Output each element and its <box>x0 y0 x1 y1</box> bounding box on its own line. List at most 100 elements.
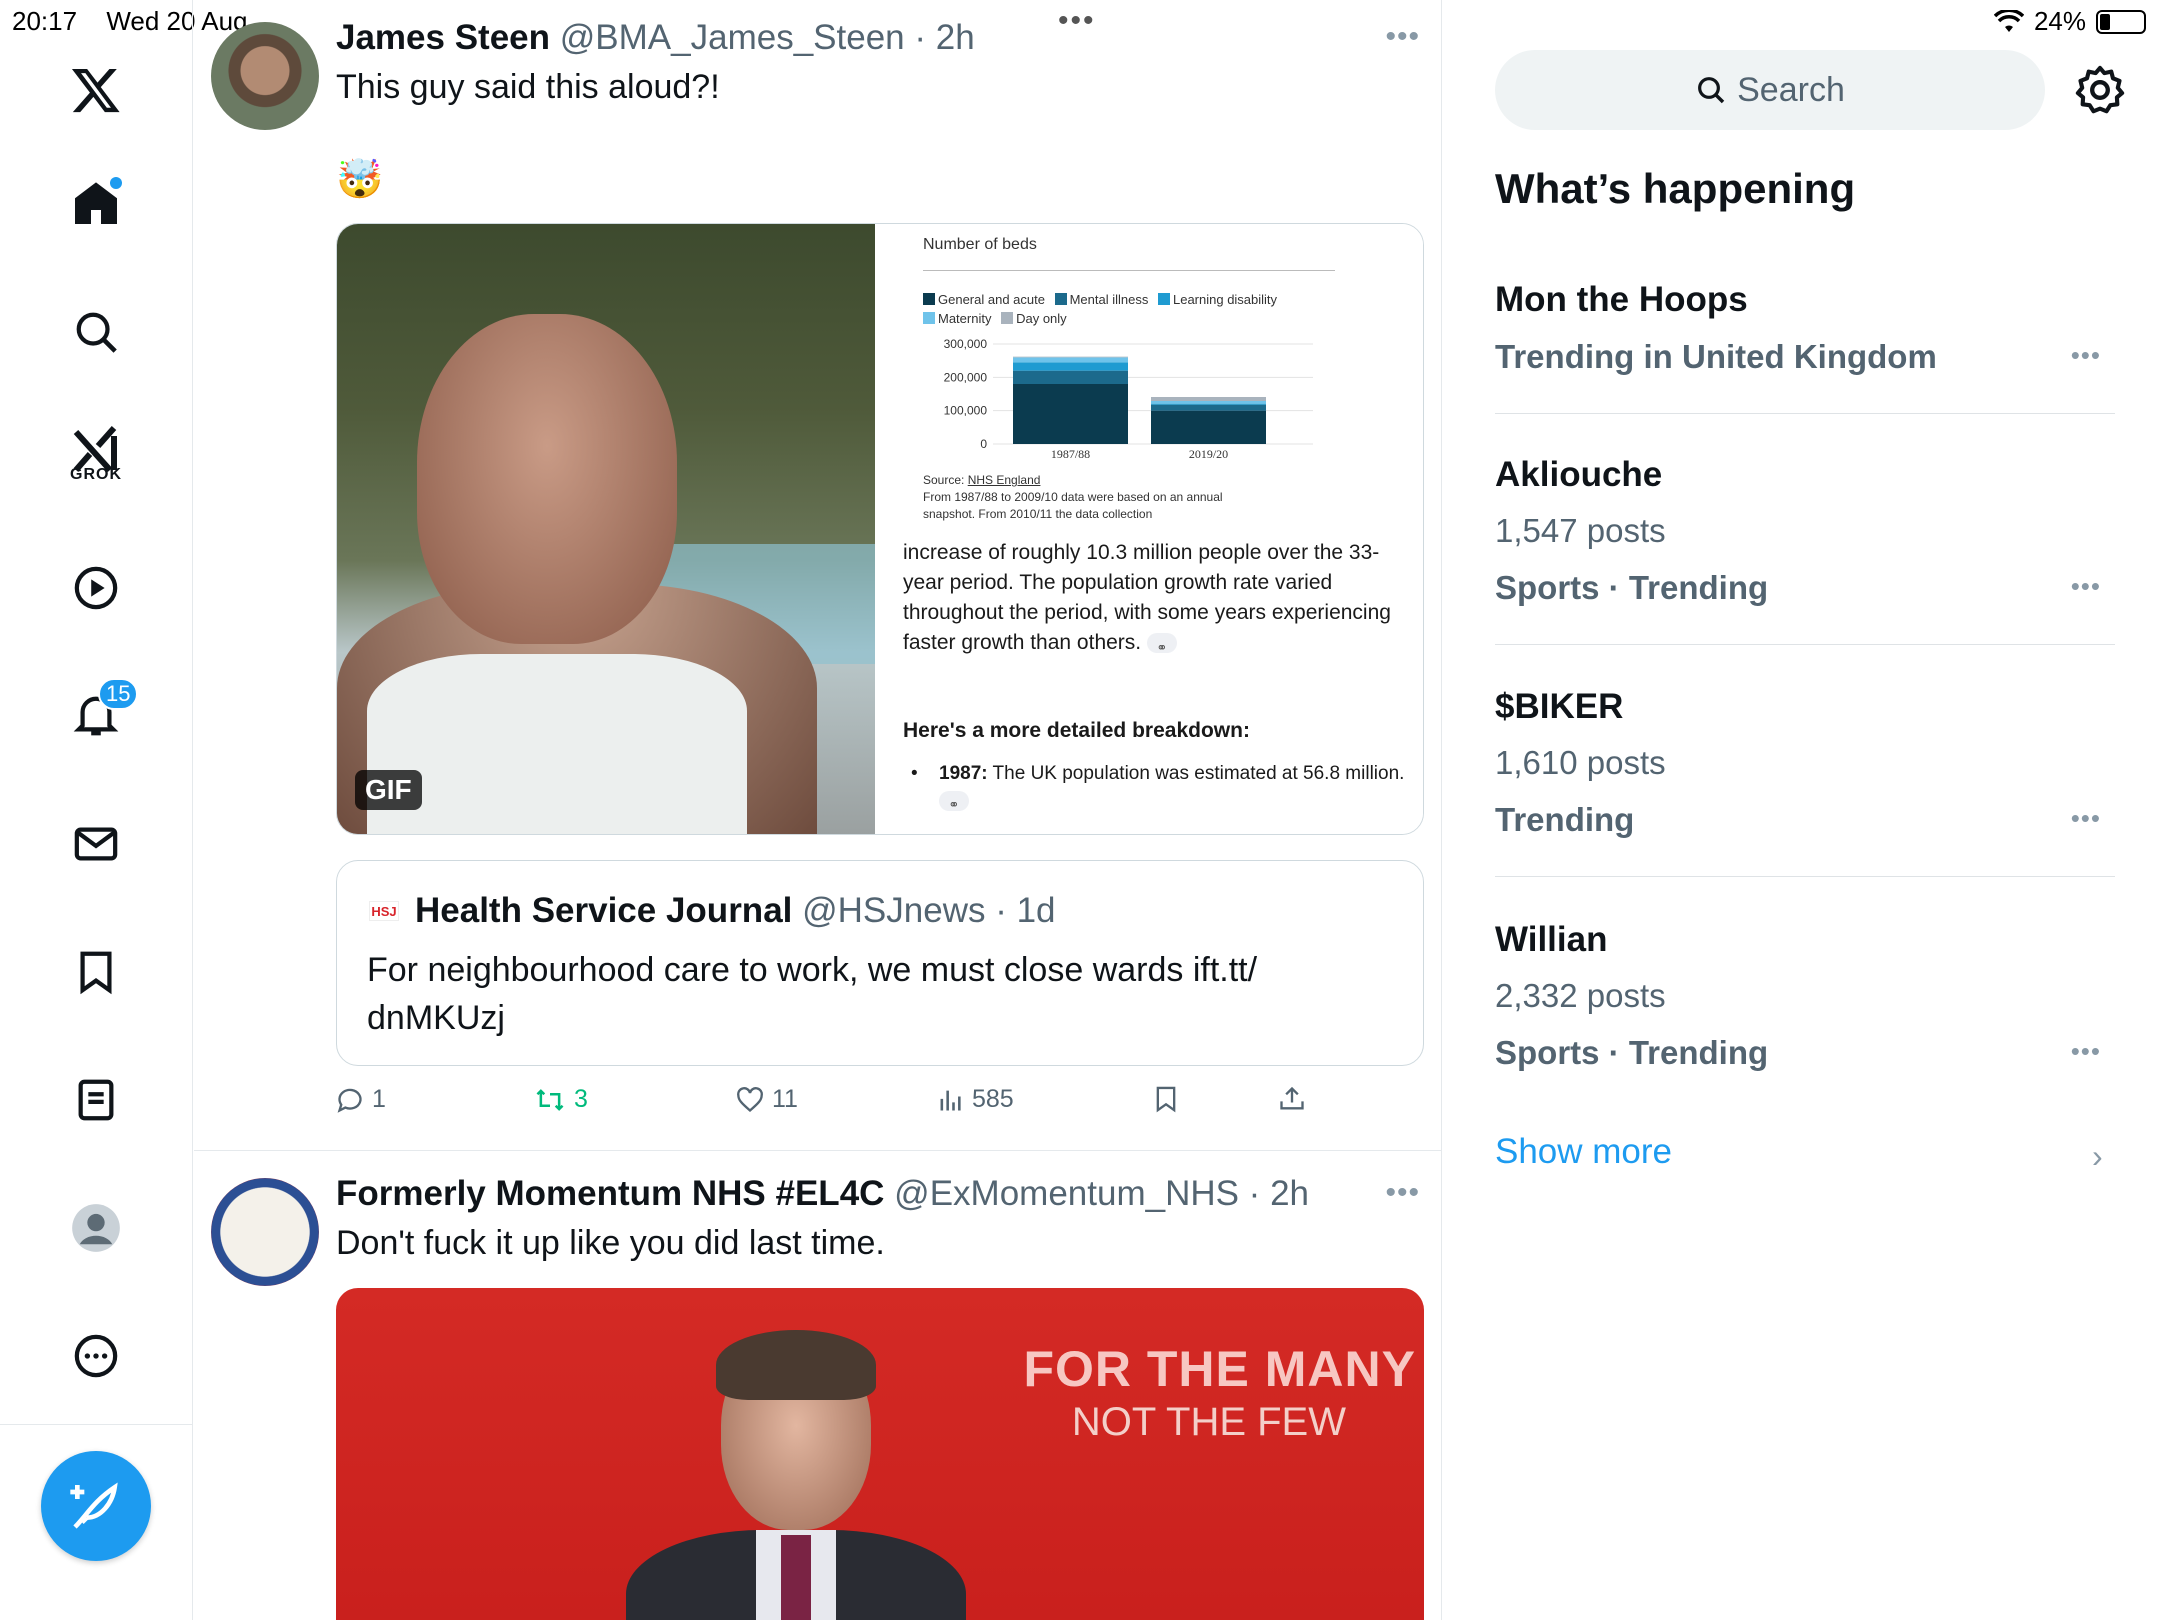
trend-more-icon[interactable]: ••• <box>2071 340 2101 371</box>
trend-more-icon[interactable]: ••• <box>2071 803 2101 834</box>
like-count: 11 <box>772 1085 798 1113</box>
profile-avatar-icon[interactable] <box>66 1198 126 1258</box>
bar-segment <box>1013 384 1128 444</box>
legend-item: Maternity <box>938 311 992 326</box>
tweet-divider <box>194 1150 1441 1151</box>
trend-context: Sports · Trending <box>1495 569 1769 606</box>
grok-icon[interactable]: GROK <box>66 420 126 483</box>
trend-item[interactable]: $BIKER 1,610 posts Trending ••• <box>1495 687 2115 877</box>
author-name[interactable]: Formerly Momentum NHS #EL4C <box>336 1174 884 1213</box>
gif-image[interactable]: GIF <box>337 224 875 834</box>
repost-icon <box>536 1088 564 1111</box>
hsj-logo: HSJ <box>369 901 399 921</box>
bar-segment <box>1151 410 1266 444</box>
views-count: 585 <box>972 1085 1014 1113</box>
trend-item[interactable]: Mon the Hoops Trending in United Kingdom… <box>1495 280 2115 415</box>
search-nav-icon[interactable] <box>66 302 126 362</box>
trend-context: Sports · Trending <box>1495 1034 1769 1071</box>
legend-item: Learning disability <box>1172 292 1278 307</box>
trend-more-icon[interactable]: ••• <box>2071 1036 2101 1067</box>
trend-name: Mon the Hoops <box>1495 280 1748 319</box>
author-handle-time[interactable]: @BMA_James_Steen · 2h <box>560 18 975 57</box>
quoted-tweet[interactable]: HSJ Health Service Journal @HSJnews · 1d… <box>336 860 1424 1066</box>
link-icon: ⚭ <box>1146 633 1177 655</box>
source-link[interactable]: NHS England <box>968 473 1041 487</box>
tweet-actions: 1 3 11 585 <box>336 1085 1336 1125</box>
tweet-media[interactable]: FOR THE MANY NOT THE FEW <box>336 1288 1424 1620</box>
trend-more-icon[interactable]: ••• <box>2071 571 2101 602</box>
legend-item: Mental illness <box>1069 292 1149 307</box>
bar-segment <box>1151 404 1266 411</box>
x-tick-label: 2019/20 <box>1189 447 1228 461</box>
media-slogan-title: FOR THE MANY <box>1023 1341 1416 1397</box>
whats-happening-heading: What’s happening <box>1495 165 1856 212</box>
repost-count: 3 <box>574 1085 588 1113</box>
messages-icon[interactable] <box>66 814 126 874</box>
reply-icon <box>337 1088 362 1113</box>
beds-bar-chart: 300,000 200,000 100,000 0 1987/88 2019/20 <box>944 337 1313 461</box>
search-input[interactable]: Search <box>1495 50 2045 130</box>
tweet-header: Formerly Momentum NHS #EL4C @ExMomentum_… <box>336 1174 1309 1214</box>
chevron-right-icon[interactable]: › <box>2092 1138 2103 1175</box>
author-name[interactable]: James Steen <box>336 18 550 57</box>
author-avatar[interactable] <box>211 22 319 130</box>
bar-segment <box>1013 362 1128 371</box>
legend-item: Day only <box>1016 311 1067 326</box>
video-icon[interactable] <box>66 558 126 618</box>
quote-author-name: Health Service Journal <box>415 891 793 930</box>
author-handle-time[interactable]: @ExMomentum_NHS · 2h <box>894 1174 1309 1213</box>
quote-header: Health Service Journal @HSJnews · 1d <box>415 891 1056 931</box>
screenshot-image[interactable]: Number of beds General and acute Mental … <box>875 224 1423 834</box>
status-bar-right: 24% <box>1993 6 2146 37</box>
bookmarks-icon[interactable] <box>66 942 126 1002</box>
timeline-feed: James Steen @BMA_James_Steen · 2h ••• Th… <box>194 0 1442 1620</box>
repost-button[interactable]: 3 <box>534 1085 588 1114</box>
author-avatar[interactable] <box>211 1178 319 1286</box>
heart-icon <box>737 1086 763 1112</box>
source-note: From 1987/88 to 2009/10 data were based … <box>923 490 1223 521</box>
doc-bullet: 1987: The UK population was estimated at… <box>903 760 1413 814</box>
y-tick-label: 100,000 <box>944 404 988 418</box>
tweet-more-icon[interactable]: ••• <box>1385 1176 1420 1210</box>
reply-button[interactable]: 1 <box>336 1085 386 1114</box>
tweet-header: James Steen @BMA_James_Steen · 2h <box>336 18 975 58</box>
trend-item[interactable]: Willian 2,332 posts Sports · Trending ••… <box>1495 920 2115 1080</box>
bookmark-button[interactable] <box>1152 1085 1180 1113</box>
home-unread-dot <box>110 177 122 189</box>
bar-segment <box>1151 401 1266 404</box>
x-logo-icon[interactable] <box>66 60 126 120</box>
bookmark-icon <box>1156 1086 1176 1113</box>
legend-item: General and acute <box>938 292 1045 307</box>
chart-source: Source: NHS England From 1987/88 to 2009… <box>923 472 1223 523</box>
trend-name: $BIKER <box>1495 687 1624 726</box>
more-icon[interactable] <box>66 1326 126 1386</box>
trend-posts: 2,332 posts <box>1495 977 1666 1014</box>
sidebar-nav: GROK 15 <box>0 0 193 1620</box>
notifications-icon[interactable]: 15 <box>66 678 139 746</box>
trend-item[interactable]: Akliouche 1,547 posts Sports · Trending … <box>1495 455 2115 645</box>
doc-paragraph: increase of roughly 10.3 million people … <box>903 541 1391 655</box>
share-button[interactable] <box>1278 1085 1306 1113</box>
bar-segment <box>1151 403 1266 405</box>
lists-icon[interactable] <box>66 1070 126 1130</box>
quote-handle-time: @HSJnews · 1d <box>802 891 1056 930</box>
tweet-text: Don't fuck it up like you did last time. <box>336 1224 885 1262</box>
views-button[interactable]: 585 <box>936 1085 1014 1114</box>
home-icon[interactable] <box>66 173 126 233</box>
source-label: Source: <box>923 473 968 487</box>
settings-gear-icon[interactable] <box>2074 64 2126 116</box>
battery-icon <box>2096 9 2146 34</box>
tweet-media[interactable]: GIF Number of beds General and acute Men… <box>336 223 1424 835</box>
compose-post-button[interactable] <box>41 1451 151 1561</box>
like-button[interactable]: 11 <box>736 1085 798 1114</box>
tweet-more-icon[interactable]: ••• <box>1385 20 1420 54</box>
y-tick-label: 200,000 <box>944 370 988 384</box>
show-more-link[interactable]: Show more <box>1495 1132 1672 1172</box>
bar-segment <box>1013 357 1128 363</box>
search-icon <box>1698 77 1725 104</box>
reply-count: 1 <box>372 1085 386 1113</box>
trend-context: Trending <box>1495 801 1635 838</box>
trend-posts: 1,547 posts <box>1495 512 1666 549</box>
quote-text: For neighbourhood care to work, we must … <box>367 951 1258 1037</box>
y-tick-label: 300,000 <box>944 337 988 351</box>
